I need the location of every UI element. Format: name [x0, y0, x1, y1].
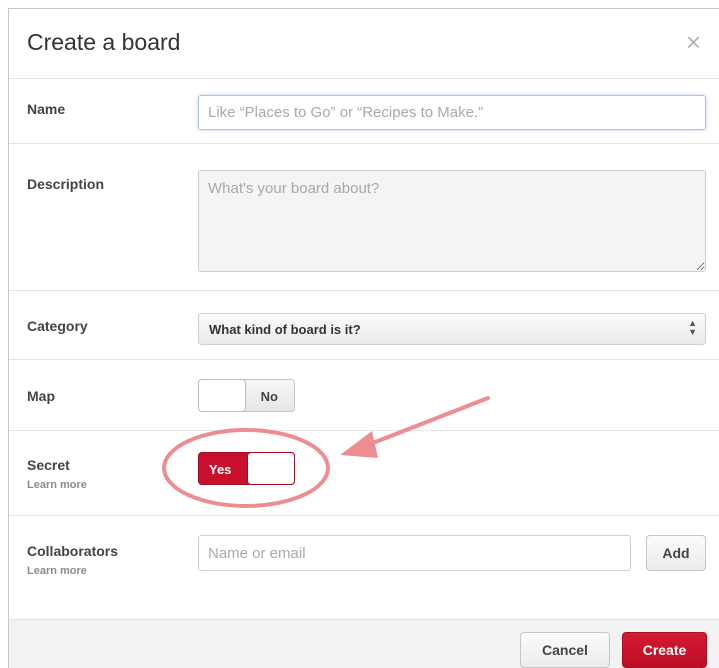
category-selected-value: What kind of board is it? — [209, 322, 361, 337]
map-toggle[interactable]: No — [198, 379, 295, 412]
category-select[interactable]: What kind of board is it? ▲ ▼ — [198, 313, 706, 345]
cancel-button[interactable]: Cancel — [520, 632, 610, 668]
name-input[interactable] — [198, 95, 706, 130]
secret-toggle-knob — [247, 452, 295, 485]
collaborators-input[interactable] — [198, 535, 631, 571]
dialog-title: Create a board — [27, 29, 181, 55]
collaborators-learn-more-link[interactable]: Learn more — [27, 565, 87, 577]
collaborators-label: Collaborators — [27, 543, 119, 559]
secret-toggle[interactable]: Yes — [198, 452, 295, 485]
add-collaborator-button[interactable]: Add — [646, 535, 706, 571]
description-textarea[interactable] — [198, 170, 706, 272]
dialog-header: Create a board × — [9, 9, 719, 79]
category-row: Category What kind of board is it? ▲ ▼ — [9, 291, 719, 360]
description-label: Description — [27, 176, 105, 192]
name-row: Name — [9, 79, 719, 144]
map-toggle-knob — [198, 379, 246, 412]
dialog-footer: Cancel Create — [9, 619, 719, 668]
name-label: Name — [27, 101, 66, 117]
secret-label: Secret — [27, 457, 70, 473]
map-row: Map No — [9, 360, 719, 431]
map-toggle-text: No — [260, 389, 278, 404]
collaborators-row: Collaborators Learn more Add — [9, 516, 719, 618]
secret-learn-more-link[interactable]: Learn more — [27, 479, 87, 491]
secret-row: Secret Learn more Yes — [9, 431, 719, 516]
category-label: Category — [27, 318, 88, 334]
create-button[interactable]: Create — [622, 632, 707, 668]
close-icon[interactable]: × — [686, 29, 701, 55]
updown-arrows-icon: ▲ ▼ — [688, 318, 697, 337]
description-row: Description — [9, 144, 719, 291]
map-label: Map — [27, 388, 55, 404]
create-board-dialog: Create a board × Name Description Catego… — [8, 8, 719, 668]
secret-toggle-text: Yes — [209, 462, 232, 477]
